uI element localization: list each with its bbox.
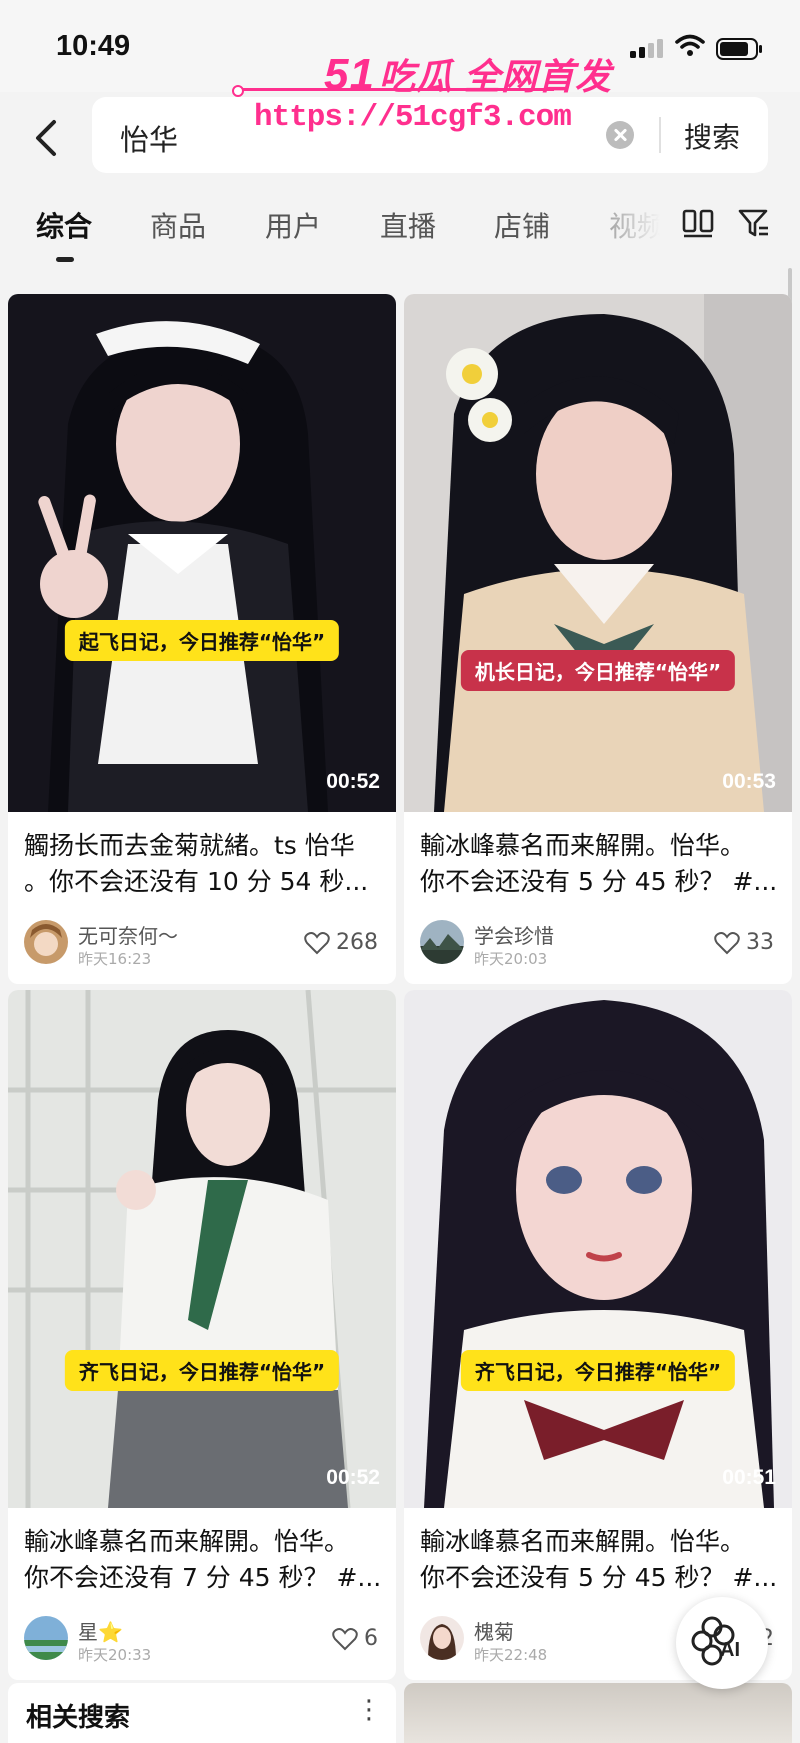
video-thumbnail[interactable]: 起飞日记，今日推荐“怡华” 00:52 [8, 294, 396, 812]
like-button[interactable]: 6 [332, 1626, 378, 1651]
avatar[interactable] [420, 920, 464, 964]
like-count: 268 [336, 930, 378, 955]
video-thumbnail[interactable]: 齐飞日记，今日推荐“怡华” 00:52 [8, 990, 396, 1508]
tab-stores[interactable]: 店铺 [494, 205, 550, 245]
video-duration: 00:52 [326, 1466, 380, 1489]
like-count: 33 [746, 930, 774, 955]
heart-icon [714, 931, 740, 954]
filter-icon[interactable] [738, 208, 770, 238]
video-title-line: 觸扬长而去金菊就緒。ts 怡华 [24, 831, 355, 860]
video-caption: 齐飞日记，今日推荐“怡华” [460, 1350, 736, 1391]
video-duration: 00:51 [722, 1466, 776, 1489]
author-name[interactable]: 槐菊 [474, 1616, 514, 1645]
video-title-line: 輸冰峰慕名而来解開。怡华。 [420, 831, 746, 860]
video-title[interactable]: 觸扬长而去金菊就緒。ts 怡华 。你不会还没有 10 分 54 秒... [24, 828, 384, 900]
avatar[interactable] [24, 920, 68, 964]
watermark-brand: 51 吃瓜 全网首发 [324, 48, 612, 100]
tab-live[interactable]: 直播 [380, 205, 436, 245]
video-title[interactable]: 輸冰峰慕名而来解開。怡华。 你不会还没有 5 分 45 秒？ #... [420, 1524, 780, 1596]
heart-icon [304, 931, 330, 954]
video-caption: 起飞日记，今日推荐“怡华” [64, 620, 340, 661]
tab-users[interactable]: 用户 [265, 205, 321, 245]
search-input[interactable]: 怡华 [120, 117, 178, 159]
video-card-peek[interactable] [404, 1683, 792, 1743]
related-searches-title: 相关搜索 [26, 1703, 131, 1733]
back-arrow-icon[interactable] [28, 116, 68, 160]
avatar[interactable] [420, 1616, 464, 1660]
related-searches-card[interactable]: 相关搜索 ⋮ [8, 1683, 396, 1743]
video-thumbnail[interactable]: 齐飞日记，今日推荐“怡华” 00:51 [404, 990, 792, 1508]
video-title-line: 你不会还没有 7 分 45 秒？ #... [24, 1563, 382, 1592]
watermark-brand-number: 51 [324, 50, 375, 99]
wifi-icon [675, 34, 705, 56]
watermark-url: https://51cgf3.com [254, 100, 572, 135]
avatar[interactable] [24, 1616, 68, 1660]
video-title-line: 輸冰峰慕名而来解開。怡华。 [420, 1527, 746, 1556]
clear-search-icon[interactable] [606, 121, 634, 149]
cellular-signal-icon [630, 39, 663, 58]
status-time: 10:49 [56, 30, 131, 62]
tab-products[interactable]: 商品 [150, 205, 206, 245]
video-thumbnail[interactable]: 机长日记，今日推荐“怡华” 00:53 [404, 294, 792, 812]
like-count: 6 [364, 1626, 378, 1651]
author-name[interactable]: 学会珍惜 [474, 920, 554, 949]
author-name[interactable]: 无可奈何～ [78, 920, 178, 949]
video-title-line: 你不会还没有 5 分 45 秒？ #... [420, 1563, 778, 1592]
post-date: 昨天20:33 [78, 1646, 152, 1664]
video-title[interactable]: 輸冰峰慕名而来解開。怡华。 你不会还没有 5 分 45 秒？ #... [420, 828, 780, 900]
video-title-line: 你不会还没有 5 分 45 秒？ #... [420, 867, 778, 896]
video-caption: 机长日记，今日推荐“怡华” [460, 650, 736, 691]
post-date: 昨天20:03 [474, 950, 548, 968]
video-card[interactable]: 齐飞日记，今日推荐“怡华” 00:51 輸冰峰慕名而来解開。怡华。 你不会还没有… [404, 990, 792, 1680]
search-divider [659, 117, 661, 153]
post-date: 昨天22:48 [474, 1646, 548, 1664]
video-title-line: 。你不会还没有 10 分 54 秒... [24, 867, 369, 896]
video-title[interactable]: 輸冰峰慕名而来解開。怡华。 你不会还没有 7 分 45 秒？ #... [24, 1524, 384, 1596]
post-date: 昨天16:23 [78, 950, 152, 968]
like-button[interactable]: 33 [714, 930, 774, 955]
active-tab-indicator [56, 257, 74, 262]
video-card[interactable]: 起飞日记，今日推荐“怡华” 00:52 觸扬长而去金菊就緒。ts 怡华 。你不会… [8, 294, 396, 984]
tab-all[interactable]: 综合 [36, 205, 92, 245]
video-duration: 00:52 [326, 770, 380, 793]
ai-assistant-button[interactable]: AI [676, 1597, 768, 1689]
more-options-icon[interactable]: ⋮ [356, 1695, 382, 1725]
layout-toggle-icon[interactable] [682, 208, 714, 238]
battery-icon [716, 38, 762, 60]
video-card[interactable]: 机长日记，今日推荐“怡华” 00:53 輸冰峰慕名而来解開。怡华。 你不会还没有… [404, 294, 792, 984]
video-caption: 齐飞日记，今日推荐“怡华” [64, 1350, 340, 1391]
video-card[interactable]: 齐飞日记，今日推荐“怡华” 00:52 輸冰峰慕名而来解開。怡华。 你不会还没有… [8, 990, 396, 1680]
tab-fade-overlay [600, 190, 680, 250]
watermark-underline [232, 85, 554, 97]
search-button[interactable]: 搜索 [684, 116, 740, 156]
video-title-line: 輸冰峰慕名而来解開。怡华。 [24, 1527, 350, 1556]
like-button[interactable]: 268 [304, 930, 378, 955]
video-duration: 00:53 [722, 770, 776, 793]
author-name[interactable]: 星⭐ [78, 1616, 123, 1645]
ai-label: AI [720, 1639, 740, 1661]
heart-icon [332, 1627, 358, 1650]
